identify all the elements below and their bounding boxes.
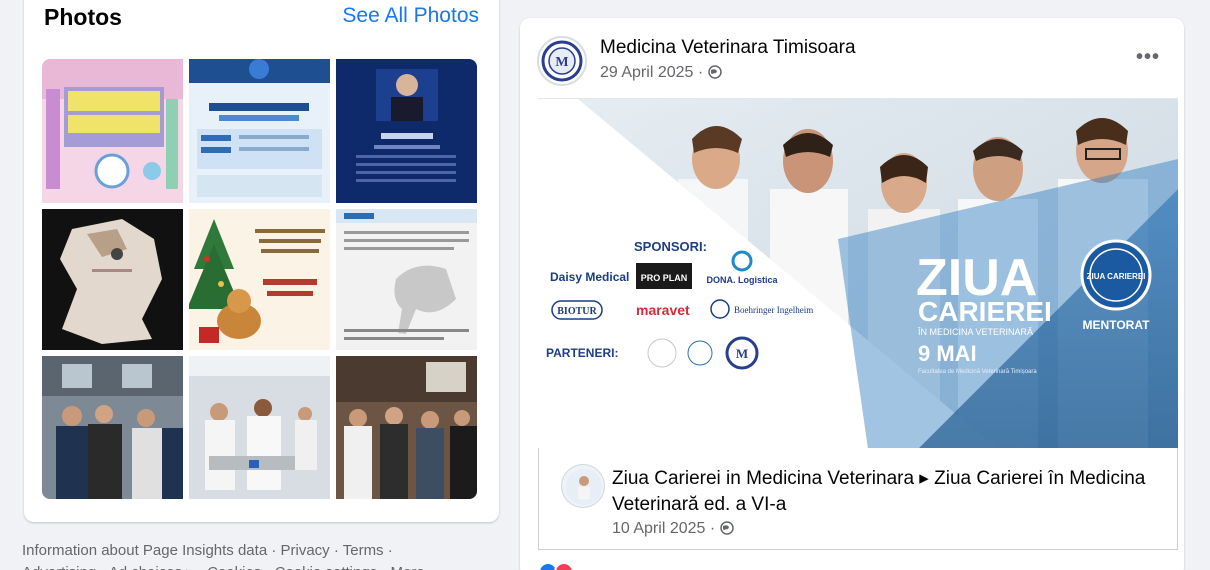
page: Photos See All Photos Information about … [0, 0, 1210, 570]
shared-event-date-text: 10 April 2025 · [612, 520, 720, 537]
photo-horse-document[interactable] [336, 209, 477, 350]
svg-text:M: M [736, 346, 748, 361]
photo-students-group[interactable] [336, 356, 477, 499]
page-logo-icon: M [541, 40, 583, 82]
shared-event: Ziua Carierei in Medicina Veterinara ▸ Z… [538, 448, 1178, 550]
photo-sorin-morariu[interactable] [336, 59, 477, 203]
page-avatar[interactable]: M [537, 36, 587, 86]
see-all-photos-link[interactable]: See All Photos [342, 4, 479, 28]
banner-seal-text: ZIUA CARIEREI [1087, 272, 1146, 281]
sponsor-logo-proplan: PRO PLAN [641, 273, 688, 283]
sponsor-logo-boehringer: Boehringer Ingelheim [734, 305, 813, 315]
banner-date: 9 MAI [918, 341, 977, 366]
sponsor-logo-maravet: maravet [636, 302, 690, 318]
photo-lab-dissection[interactable] [189, 356, 330, 499]
photo-students-lab[interactable] [42, 356, 183, 499]
partners-label: PARTENERI: [546, 346, 618, 360]
shared-event-date[interactable]: 10 April 2025 · [612, 520, 734, 540]
post-date[interactable]: 29 April 2025 · [600, 64, 722, 84]
sponsor-logo-dona: DONA. Logistica [706, 275, 778, 285]
photos-title: Photos [44, 4, 122, 30]
sponsor-logo-biotur: BIOTUR [557, 306, 597, 317]
event-logo-icon [566, 469, 602, 505]
banner-mentorat-badge: MENTORAT [1083, 318, 1151, 332]
sponsor-logo-daisy-medical: Daisy Medical [550, 270, 629, 284]
reactions-summary[interactable] [538, 562, 574, 570]
shared-event-title[interactable]: Ziua Carierei in Medicina Veterinara ▸ Z… [612, 466, 1152, 518]
photo-erasmus-mobility[interactable] [189, 59, 330, 203]
footer-line-1[interactable]: Information about Page Insights data · P… [22, 540, 492, 562]
page-name[interactable]: Medicina Veterinara Timisoara [600, 37, 856, 59]
svg-text:M: M [555, 55, 568, 70]
photos-grid [42, 59, 478, 499]
post-more-options-button[interactable]: ••• [1136, 46, 1160, 69]
banner-location: Facultatea de Medicină Veterinară Timișo… [918, 369, 1037, 375]
banner-subline: ÎN MEDICINA VETERINARĂ [917, 327, 1033, 337]
globe-icon [707, 65, 722, 84]
photo-infoafvab[interactable] [42, 59, 183, 203]
post-date-text: 29 April 2025 · [600, 64, 708, 81]
love-reaction-icon [554, 562, 574, 570]
post-banner-image[interactable]: SPONSORI: Daisy Medical PRO PLAN DONA. L… [538, 98, 1178, 448]
globe-icon [719, 521, 734, 540]
post-card: M Medicina Veterinara Timisoara 29 April… [520, 18, 1184, 570]
footer-line-2[interactable]: Advertising · Ad choices ▸ · Cookies · C… [22, 562, 492, 570]
photos-card: Photos See All Photos [24, 0, 499, 522]
banner-headline-2: CARIEREI [918, 296, 1052, 327]
sponsors-label: SPONSORI: [634, 239, 707, 254]
photo-map-plaque[interactable] [42, 209, 183, 350]
photo-christmas-greeting[interactable] [189, 209, 330, 350]
event-avatar[interactable] [561, 464, 605, 508]
footer-links: Information about Page Insights data · P… [22, 540, 492, 570]
